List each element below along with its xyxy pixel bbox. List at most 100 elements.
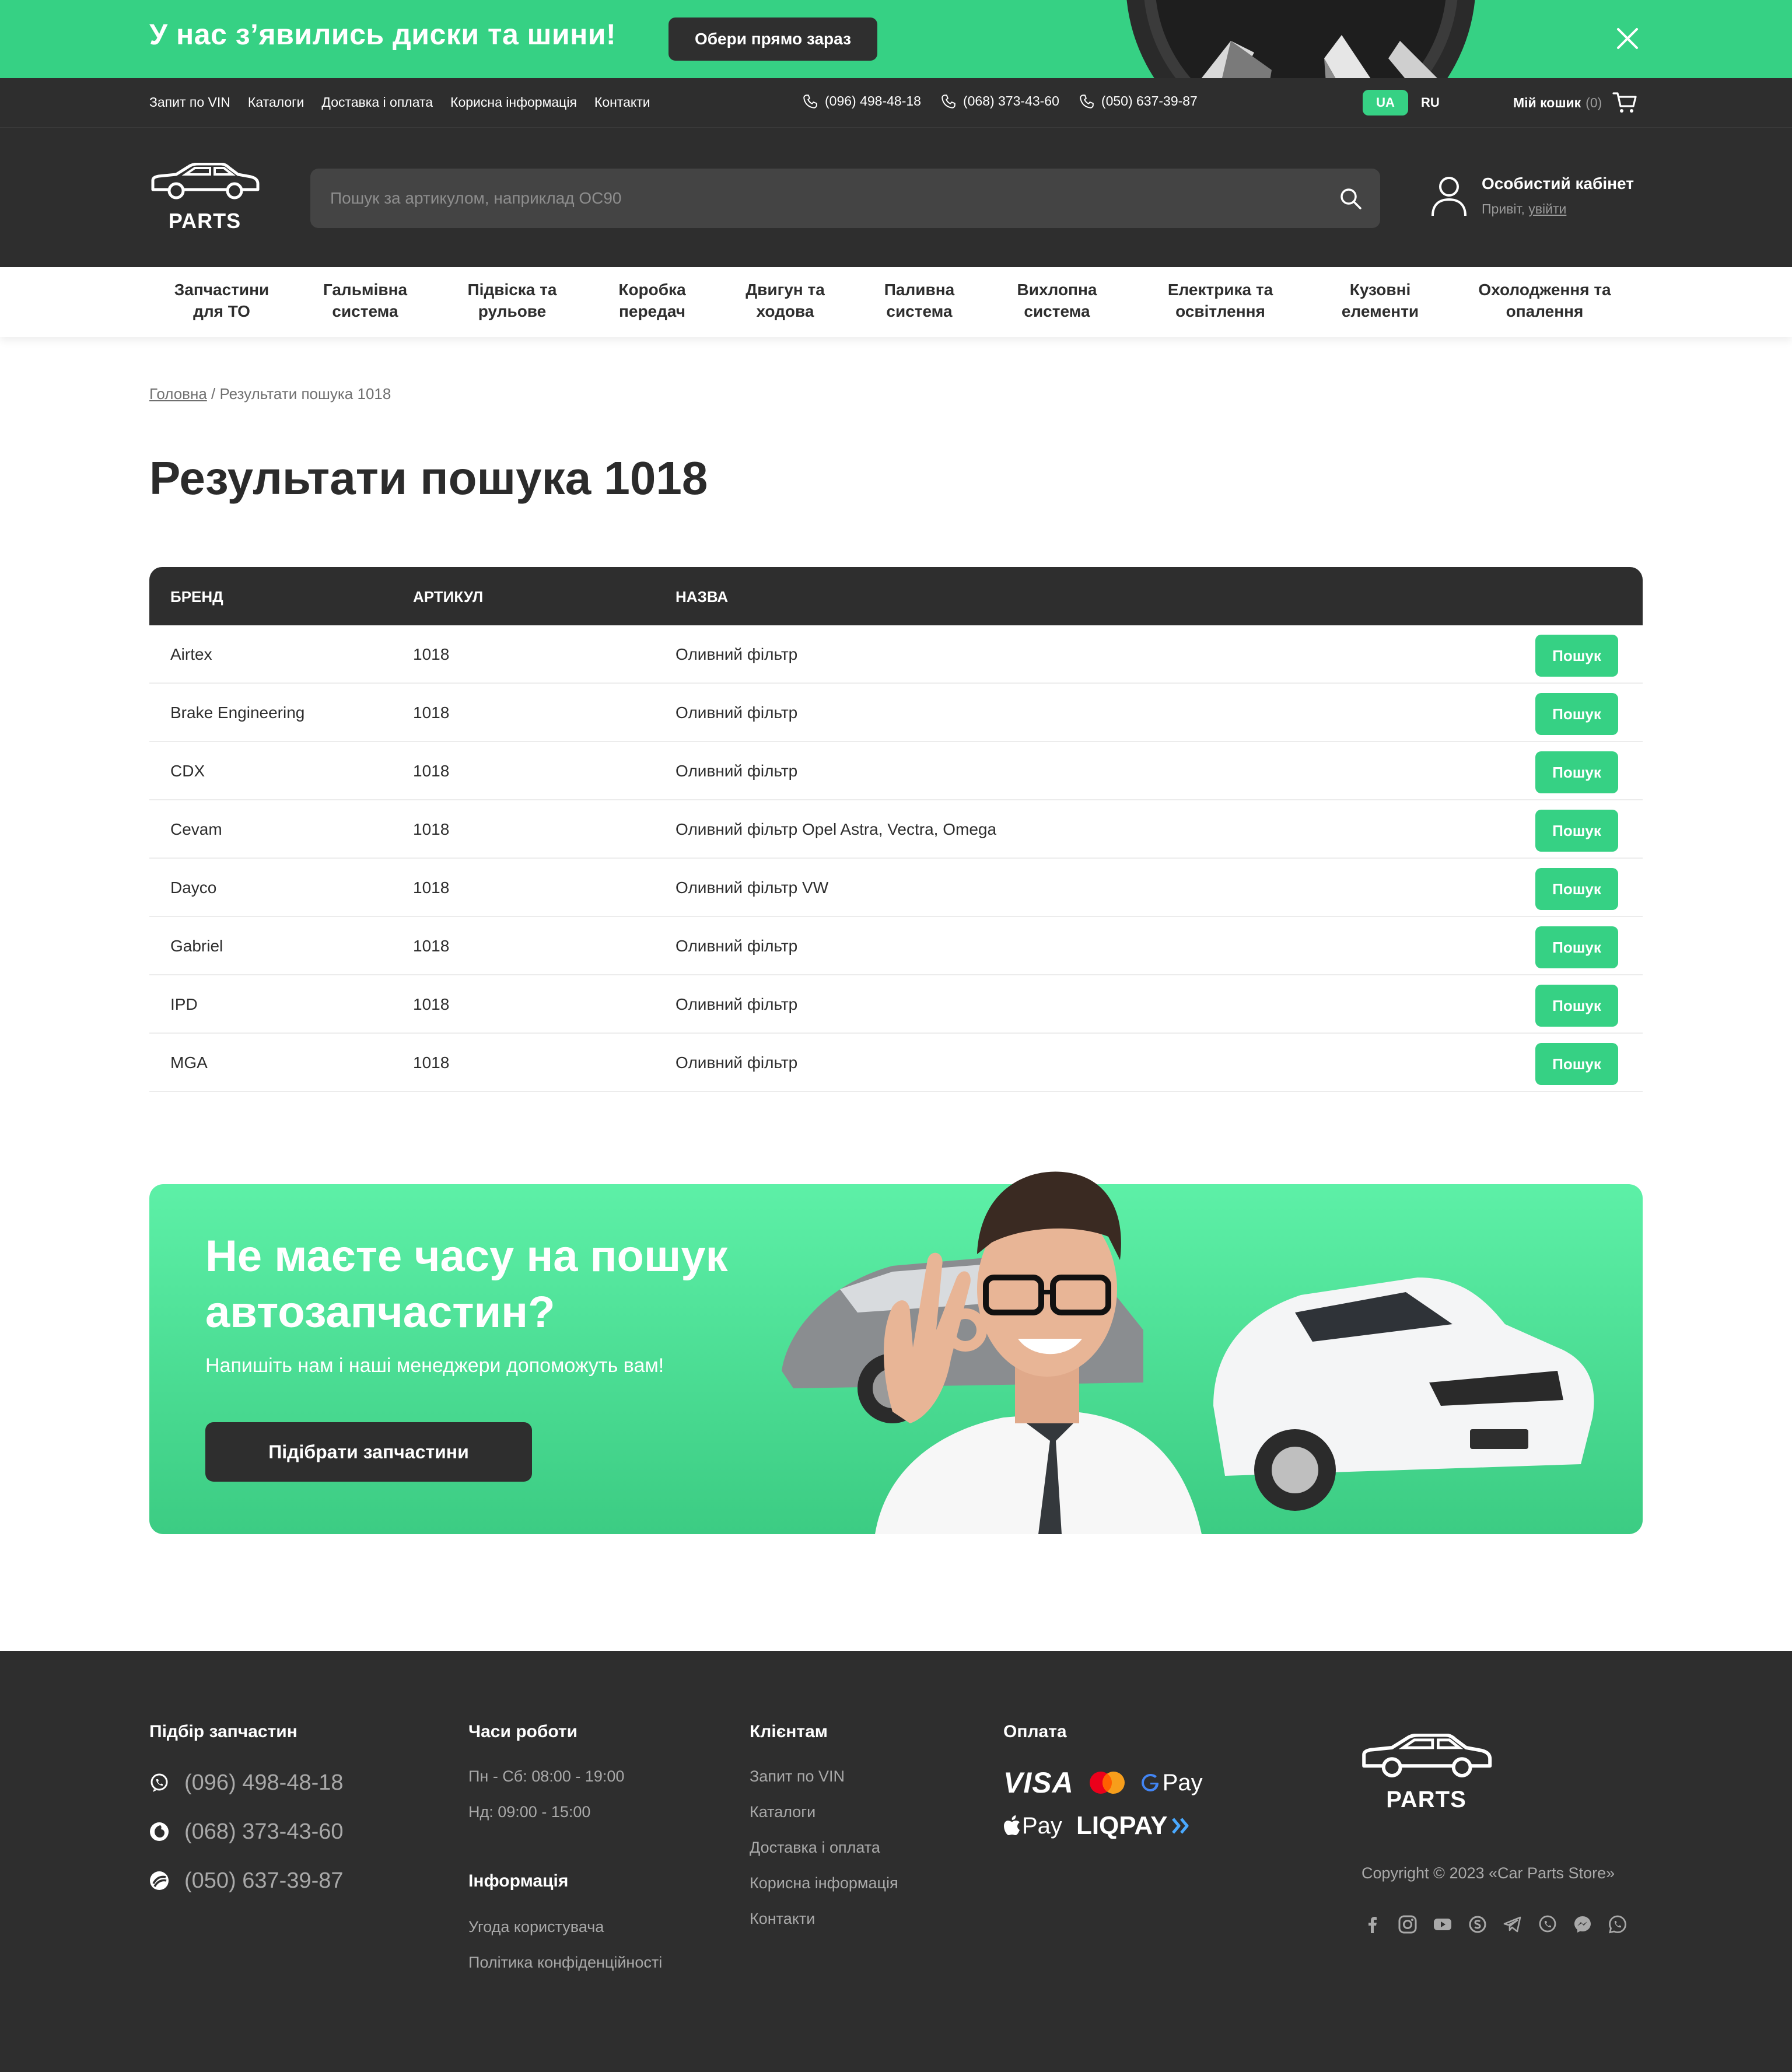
table-row: IPD 1018 Оливний фільтр Пошук xyxy=(149,975,1643,1034)
phone-link[interactable]: (068) 373-43-60 xyxy=(941,93,1059,109)
account-greeting: Привіт, увійти xyxy=(1482,201,1634,217)
cell-name: Оливний фільтр xyxy=(676,1054,798,1072)
facebook-icon[interactable] xyxy=(1363,1915,1382,1934)
table-row: Airtex 1018 Оливний фільтр Пошук xyxy=(149,625,1643,684)
messenger-icon[interactable] xyxy=(1573,1915,1592,1934)
category-suspension[interactable]: Підвіска та рульове xyxy=(461,279,564,322)
cell-article: 1018 xyxy=(413,820,450,838)
cart-link[interactable]: Мій кошик (0) xyxy=(1513,91,1638,114)
footer-link-info[interactable]: Корисна інформація xyxy=(750,1874,898,1892)
google-pay-logo: Pay xyxy=(1140,1770,1203,1796)
phone-link[interactable]: (050) 637-39-87 xyxy=(1079,93,1198,109)
footer-phone[interactable]: (068) 373-43-60 xyxy=(149,1819,344,1845)
cell-article: 1018 xyxy=(413,645,450,663)
login-link[interactable]: увійти xyxy=(1528,201,1566,216)
chevrons-right-icon xyxy=(1172,1818,1189,1834)
cell-article: 1018 xyxy=(413,878,450,897)
wheel-rim-image xyxy=(1126,0,1475,78)
category-nav: Запчастини для ТО Гальмівна система Підвіс… xyxy=(0,267,1792,337)
cell-brand: Gabriel xyxy=(170,937,223,955)
category-line: ходова xyxy=(756,302,814,320)
phone-icon xyxy=(942,94,956,108)
account-block[interactable]: Особистий кабінет Привіт, увійти xyxy=(1430,174,1634,217)
table-header: БРЕНД АРТИКУЛ НАЗВА xyxy=(149,567,1643,625)
category-fuel[interactable]: Паливна система xyxy=(877,279,961,322)
footer-link-contacts[interactable]: Контакти xyxy=(750,1910,898,1928)
phone-icon xyxy=(803,94,817,108)
category-engine[interactable]: Двигун та ходова xyxy=(738,279,832,322)
top-link-info[interactable]: Корисна інформація xyxy=(450,94,577,110)
car-logo-icon xyxy=(1362,1733,1492,1777)
category-cooling[interactable]: Охолодження та опалення xyxy=(1470,279,1619,322)
phone-link[interactable]: (096) 498-48-18 xyxy=(803,93,921,109)
skype-icon[interactable] xyxy=(1468,1915,1488,1934)
footer-link-privacy[interactable]: Політика конфіденційності xyxy=(468,1954,662,1972)
footer-hours-column: Часи роботи Пн - Сб: 08:00 - 19:00 Нд: 0… xyxy=(468,1722,662,1972)
category-brakes[interactable]: Гальмівна система xyxy=(318,279,412,322)
footer-link-delivery[interactable]: Доставка і оплата xyxy=(750,1839,898,1857)
promo-banner: У нас з’явились диски та шини! Обери пря… xyxy=(0,0,1792,78)
lang-ru[interactable]: RU xyxy=(1421,95,1440,110)
user-icon xyxy=(1432,176,1466,216)
footer-parts-title: Підбір запчастин xyxy=(149,1722,298,1741)
header-brand: БРЕНД xyxy=(170,588,223,606)
cell-brand: IPD xyxy=(170,995,198,1013)
footer-payment-column: Оплата VISA Pay Pay LIQPAY xyxy=(1003,1722,1203,1842)
footer-clients-title: Клієнтам xyxy=(750,1722,828,1741)
category-electrics[interactable]: Електрика та освітлення xyxy=(1155,279,1286,322)
category-transmission[interactable]: Коробка передач xyxy=(612,279,692,322)
category-exhaust[interactable]: Вихлопна система xyxy=(1010,279,1104,322)
category-line: Кузовні xyxy=(1349,281,1411,299)
youtube-icon[interactable] xyxy=(1433,1915,1452,1934)
whatsapp-icon[interactable] xyxy=(1608,1915,1628,1934)
top-link-catalogs[interactable]: Каталоги xyxy=(248,94,304,110)
category-line: Електрика та xyxy=(1167,281,1273,299)
footer-link-terms[interactable]: Угода користувача xyxy=(468,1918,662,1936)
category-line: Паливна xyxy=(884,281,955,299)
breadcrumb-home[interactable]: Головна xyxy=(149,385,207,402)
instagram-icon[interactable] xyxy=(1398,1915,1418,1934)
footer-payment-title: Оплата xyxy=(1003,1722,1067,1741)
apple-icon xyxy=(1004,1815,1020,1835)
search-input[interactable] xyxy=(330,169,1310,228)
footer-link-catalogs[interactable]: Каталоги xyxy=(750,1803,898,1821)
search-row-button[interactable]: Пошук xyxy=(1535,926,1618,968)
category-line: опалення xyxy=(1506,302,1584,320)
viber-icon[interactable] xyxy=(1538,1915,1558,1934)
footer-phone[interactable]: (096) 498-48-18 xyxy=(149,1770,344,1796)
car-logo-icon xyxy=(151,162,260,200)
copyright: Copyright © 2023 «Car Parts Store» xyxy=(1362,1864,1615,1882)
footer-hours-title: Часи роботи xyxy=(468,1722,578,1741)
search-row-button[interactable]: Пошук xyxy=(1535,693,1618,735)
category-body[interactable]: Кузовні елементи xyxy=(1336,279,1424,322)
footer-link-vin[interactable]: Запит по VIN xyxy=(750,1768,898,1786)
search-row-button[interactable]: Пошук xyxy=(1535,868,1618,910)
search-icon[interactable] xyxy=(1338,186,1363,211)
telegram-icon[interactable] xyxy=(1503,1915,1522,1934)
search-row-button[interactable]: Пошук xyxy=(1535,751,1618,793)
search-row-button[interactable]: Пошук xyxy=(1535,1043,1618,1085)
search-row-button[interactable]: Пошук xyxy=(1535,985,1618,1027)
cell-name: Оливний фільтр xyxy=(676,937,798,955)
category-line: рульове xyxy=(478,302,547,320)
lang-ua[interactable]: UA xyxy=(1363,90,1408,116)
cell-article: 1018 xyxy=(413,762,450,780)
results-table: БРЕНД АРТИКУЛ НАЗВА Airtex 1018 Оливний … xyxy=(149,567,1643,1092)
search-row-button[interactable]: Пошук xyxy=(1535,810,1618,852)
top-link-contacts[interactable]: Контакти xyxy=(594,94,650,110)
top-link-delivery[interactable]: Доставка і оплата xyxy=(321,94,433,110)
apple-pay-label: Pay xyxy=(1022,1812,1062,1839)
pick-parts-button[interactable]: Підібрати запчастини xyxy=(205,1422,532,1482)
close-icon[interactable] xyxy=(1616,27,1639,50)
cell-name: Оливний фільтр xyxy=(676,762,798,780)
search-row-button[interactable]: Пошук xyxy=(1535,635,1618,677)
category-maintenance[interactable]: Запчастини для ТО xyxy=(173,279,271,322)
site-logo[interactable]: PARTS xyxy=(149,162,260,233)
promo-button[interactable]: Обери прямо зараз xyxy=(668,18,877,61)
footer-phone[interactable]: (050) 637-39-87 xyxy=(149,1868,344,1894)
footer-info-title: Інформація xyxy=(468,1871,569,1891)
top-link-vin[interactable]: Запит по VIN xyxy=(149,94,230,110)
language-switcher: UA RU xyxy=(1363,90,1440,116)
footer-logo[interactable]: PARTS xyxy=(1359,1733,1493,1813)
manager-with-cars-image xyxy=(782,1171,1594,1534)
